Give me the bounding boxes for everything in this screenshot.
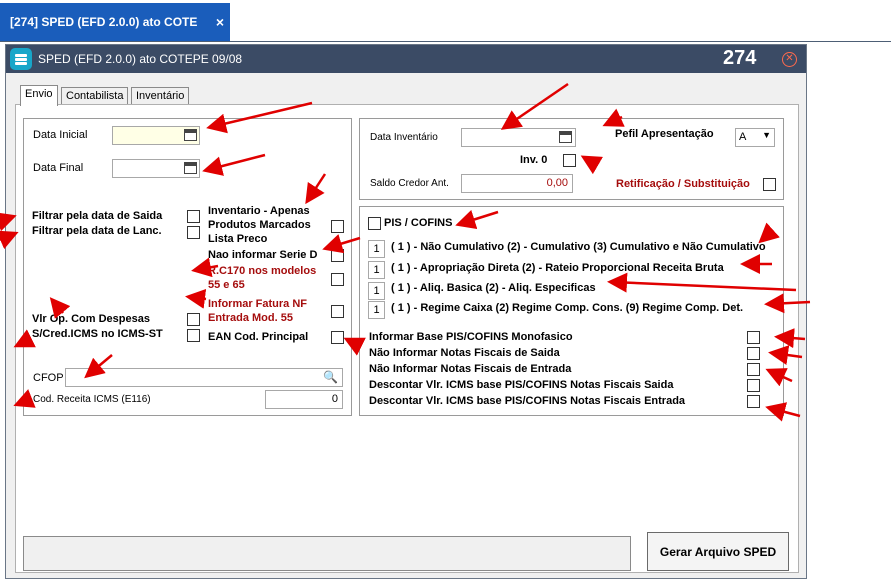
pis-row-1-input[interactable]: 1	[368, 240, 385, 258]
pis-row-4-input[interactable]: 1	[368, 301, 385, 319]
rc170-label-1: R.C170 nos modelos	[208, 265, 317, 277]
window-number: 274	[723, 47, 757, 69]
saldo-credor-input[interactable]: 0,00	[461, 174, 573, 193]
pis-row-2-input[interactable]: 1	[368, 261, 385, 279]
lista-preco-label: Lista Preco	[208, 233, 268, 245]
ean-label: EAN Cod. Principal	[208, 331, 309, 343]
vlr-op-checkbox[interactable]	[187, 313, 200, 326]
rc170-checkbox[interactable]	[331, 273, 344, 286]
ean-checkbox[interactable]	[331, 331, 344, 344]
retificacao-label: Retificação / Substituição	[616, 178, 750, 190]
cfop-label: CFOP	[33, 372, 64, 384]
scred-icms-checkbox[interactable]	[187, 329, 200, 342]
nao-informar-serie-checkbox[interactable]	[331, 249, 344, 262]
filtrar-lanc-label: Filtrar pela data de Lanc.	[32, 225, 162, 237]
inventario-apenas-checkbox[interactable]	[331, 220, 344, 233]
pis-opt-5-label: Descontar Vlr. ICMS base PIS/COFINS Nota…	[369, 395, 686, 407]
data-inventario-calendar-icon[interactable]	[559, 131, 572, 143]
filtrar-saida-checkbox[interactable]	[187, 210, 200, 223]
outer-tab-label: [274] SPED (EFD 2.0.0) ato COTE	[10, 15, 198, 29]
gerar-arquivo-sped-button[interactable]: Gerar Arquivo SPED	[647, 532, 789, 571]
nao-informar-serie-label: Nao informar Serie D	[208, 249, 318, 261]
filtrar-saida-label: Filtrar pela data de Saida	[32, 210, 163, 222]
pis-opt-3-label: Não Informar Notas Fiscais de Entrada	[369, 363, 572, 375]
scred-icms-label: S/Cred.ICMS no ICMS-ST	[32, 328, 163, 340]
pis-opt-1-label: Informar Base PIS/COFINS Monofasico	[369, 331, 573, 343]
pis-row-3-label: ( 1 ) - Aliq. Basica (2) - Aliq. Especif…	[391, 282, 596, 294]
window-title: SPED (EFD 2.0.0) ato COTEPE 09/08	[38, 52, 243, 66]
status-box	[23, 536, 631, 571]
pis-row-4-label: ( 1 ) - Regime Caixa (2) Regime Comp. Co…	[391, 302, 744, 314]
tab-envio[interactable]: Envio	[20, 85, 58, 106]
data-final-calendar-icon[interactable]	[184, 162, 197, 174]
pis-cofins-title: PIS / COFINS	[384, 217, 453, 229]
window-titlebar: SPED (EFD 2.0.0) ato COTEPE 09/08 274 ✕	[6, 45, 806, 73]
data-inicial-calendar-icon[interactable]	[184, 129, 197, 141]
window-close-icon[interactable]: ✕	[782, 52, 797, 67]
perfil-label: Pefil Apresentação	[615, 128, 714, 140]
pis-opt-2-label: Não Informar Notas Fiscais de Saida	[369, 347, 560, 359]
cfop-lookup-icon[interactable]: 🔍	[323, 370, 338, 384]
outer-tab-close-icon[interactable]: ×	[216, 14, 224, 30]
right-top-group: Data Inventário Pefil Apresentação A ▼ I…	[359, 118, 784, 200]
informar-fatura-checkbox[interactable]	[331, 305, 344, 318]
tab-inventario[interactable]: Inventário	[131, 87, 190, 105]
cod-receita-label: Cod. Receita ICMS (E116)	[33, 394, 151, 405]
app-logo-icon	[10, 48, 32, 70]
informar-fatura-label-2: Entrada Mod. 55	[208, 312, 293, 324]
inv0-label: Inv. 0	[520, 154, 548, 166]
chevron-down-icon: ▼	[762, 130, 771, 140]
vlr-op-label: Vlr Op. Com Despesas	[32, 313, 150, 325]
retificacao-checkbox[interactable]	[763, 178, 776, 191]
pis-cofins-checkbox[interactable]	[368, 217, 381, 230]
cfop-input[interactable]	[65, 368, 343, 387]
data-inicial-label: Data Inicial	[33, 129, 88, 141]
cod-receita-input[interactable]: 0	[265, 390, 343, 409]
inv0-checkbox[interactable]	[563, 154, 576, 167]
pis-opt-2-checkbox[interactable]	[747, 347, 760, 360]
tab-divider	[0, 41, 891, 42]
pis-opt-4-label: Descontar Vlr. ICMS base PIS/COFINS Nota…	[369, 379, 674, 391]
saldo-credor-label: Saldo Credor Ant.	[370, 178, 449, 189]
left-group: Data Inicial Data Final Filtrar pela dat…	[23, 118, 352, 416]
filtrar-lanc-checkbox[interactable]	[187, 226, 200, 239]
pis-cofins-group: PIS / COFINS 1 ( 1 ) - Não Cumulativo (2…	[359, 206, 784, 416]
pis-row-3-input[interactable]: 1	[368, 282, 385, 300]
pis-opt-1-checkbox[interactable]	[747, 331, 760, 344]
pis-opt-4-checkbox[interactable]	[747, 379, 760, 392]
perfil-select-value: A	[739, 131, 747, 143]
sped-window: SPED (EFD 2.0.0) ato COTEPE 09/08 274 ✕ …	[5, 44, 807, 579]
pis-row-1-label: ( 1 ) - Não Cumulativo (2) - Cumulativo …	[391, 241, 766, 253]
tab-contabilista[interactable]: Contabilista	[61, 87, 129, 105]
informar-fatura-label-1: Informar Fatura NF	[208, 298, 308, 310]
pis-row-2-label: ( 1 ) - Apropriação Direta (2) - Rateio …	[391, 262, 724, 274]
perfil-select[interactable]: A ▼	[735, 128, 775, 147]
pis-opt-5-checkbox[interactable]	[747, 395, 760, 408]
produtos-marcados-label: Produtos Marcados	[208, 219, 311, 231]
pis-opt-3-checkbox[interactable]	[747, 363, 760, 376]
data-final-label: Data Final	[33, 162, 84, 174]
outer-tab[interactable]: [274] SPED (EFD 2.0.0) ato COTE ×	[0, 3, 230, 41]
tab-page-envio: Data Inicial Data Final Filtrar pela dat…	[15, 104, 799, 573]
inventario-apenas-label: Inventario - Apenas	[208, 205, 310, 217]
rc170-label-2: 55 e 65	[208, 279, 245, 291]
data-inventario-label: Data Inventário	[370, 132, 438, 143]
